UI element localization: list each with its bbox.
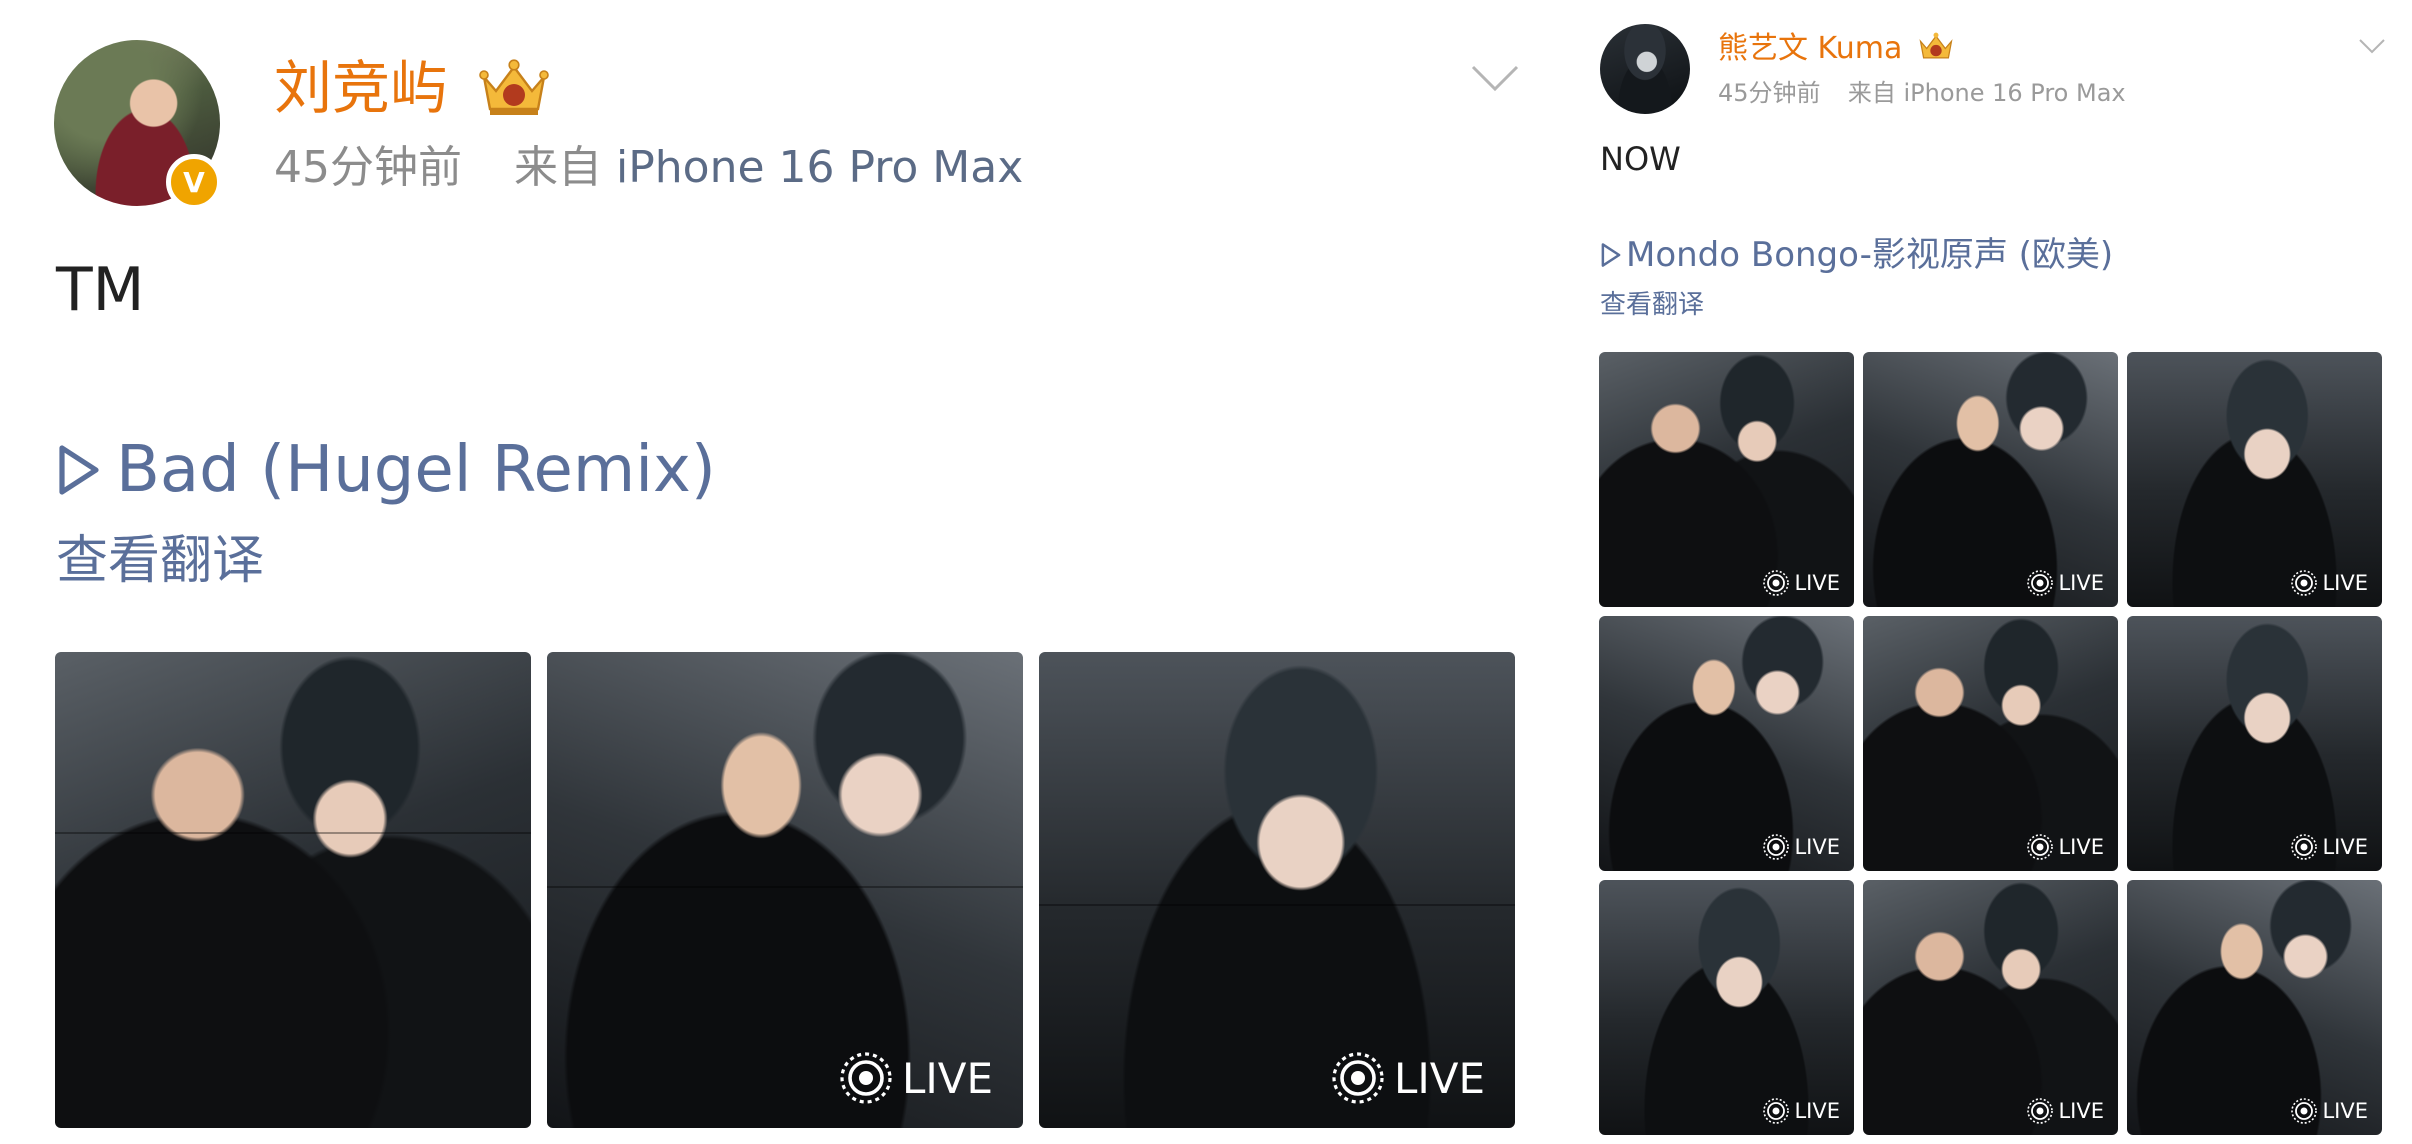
- live-badge: LIVE: [1762, 833, 1840, 861]
- username[interactable]: 刘竞屿: [274, 50, 552, 126]
- post-image[interactable]: LIVE: [1863, 880, 2118, 1135]
- live-label: LIVE: [2058, 571, 2104, 595]
- username-text[interactable]: 刘竞屿: [274, 54, 448, 122]
- live-label: LIVE: [2058, 1099, 2104, 1123]
- live-badge: LIVE: [2026, 1097, 2104, 1125]
- source-device: iPhone 16 Pro Max: [616, 142, 1024, 193]
- live-icon: [2027, 570, 2054, 596]
- verified-badge-icon: V: [166, 154, 222, 210]
- live-icon: [840, 1052, 892, 1104]
- live-badge: LIVE: [2026, 833, 2104, 861]
- translate-link[interactable]: 查看翻译: [1600, 286, 1704, 324]
- music-title[interactable]: Bad (Hugel Remix): [116, 430, 716, 510]
- live-icon: [1763, 834, 1790, 860]
- live-icon: [2027, 1098, 2054, 1124]
- post-text: TM: [56, 255, 145, 325]
- music-link[interactable]: Bad (Hugel Remix): [56, 430, 716, 510]
- crown-icon: [479, 59, 550, 115]
- live-badge: LIVE: [2290, 833, 2368, 861]
- live-badge: LIVE: [1330, 1050, 1485, 1106]
- live-label: LIVE: [901, 1053, 993, 1103]
- live-label: LIVE: [2322, 1099, 2368, 1123]
- live-label: LIVE: [1794, 1099, 1840, 1123]
- live-icon: [1763, 1098, 1790, 1124]
- post-image[interactable]: LIVE: [1599, 616, 1854, 871]
- live-badge: LIVE: [838, 1050, 993, 1106]
- live-badge: LIVE: [1762, 569, 1840, 597]
- play-triangle-icon: [59, 445, 99, 495]
- live-icon: [2291, 1098, 2318, 1124]
- live-badge: LIVE: [2026, 569, 2104, 597]
- live-label: LIVE: [1794, 571, 1840, 595]
- post-image[interactable]: LIVE: [2127, 616, 2382, 871]
- live-badge: LIVE: [2290, 1097, 2368, 1125]
- post-text: NOW: [1600, 140, 1681, 178]
- chevron-down-icon[interactable]: [2358, 38, 2386, 54]
- live-label: LIVE: [2058, 835, 2104, 859]
- post-image[interactable]: LIVE: [1599, 880, 1854, 1135]
- translate-link[interactable]: 查看翻译: [56, 528, 264, 594]
- live-icon: [2291, 570, 2318, 596]
- post-image[interactable]: LIVE: [1863, 352, 2118, 607]
- play-triangle-icon: [1601, 243, 1621, 267]
- post-image[interactable]: LIVE: [1863, 616, 2118, 871]
- image-grid: LIVE LIVE: [55, 652, 1515, 1128]
- source-prefix: 来自: [1847, 79, 1896, 107]
- avatar[interactable]: [1600, 24, 1690, 114]
- music-title[interactable]: Mondo Bongo-影视原声 (欧美): [1626, 232, 2113, 278]
- live-icon: [1763, 570, 1790, 596]
- post-image[interactable]: LIVE: [1039, 652, 1515, 1128]
- live-icon: [2027, 834, 2054, 860]
- post-meta: 45分钟前 来自 iPhone 16 Pro Max: [274, 138, 1023, 198]
- live-label: LIVE: [1393, 1053, 1485, 1103]
- post-image[interactable]: LIVE: [2127, 352, 2382, 607]
- music-link[interactable]: Mondo Bongo-影视原声 (欧美): [1600, 232, 2113, 278]
- post-image[interactable]: LIVE: [2127, 880, 2382, 1135]
- username-text[interactable]: 熊艺文 Kuma: [1718, 31, 1902, 66]
- source-device: iPhone 16 Pro Max: [1903, 79, 2126, 107]
- image-grid: LIVE LIVE LIVE LIVE LIVE LIVE LIVE LIVE …: [1599, 352, 2382, 1136]
- live-label: LIVE: [1794, 835, 1840, 859]
- post-image[interactable]: [55, 652, 531, 1128]
- live-label: LIVE: [2322, 571, 2368, 595]
- live-badge: LIVE: [2290, 569, 2368, 597]
- chevron-down-icon[interactable]: [1470, 64, 1520, 92]
- live-icon: [2291, 834, 2318, 860]
- crown-icon: [1919, 32, 1953, 58]
- username[interactable]: 熊艺文 Kuma: [1718, 28, 1956, 70]
- post-meta: 45分钟前 来自 iPhone 16 Pro Max: [1718, 76, 2126, 110]
- source-prefix: 来自: [514, 142, 602, 193]
- post-image[interactable]: LIVE: [547, 652, 1023, 1128]
- post-image[interactable]: LIVE: [1599, 352, 1854, 607]
- live-badge: LIVE: [1762, 1097, 1840, 1125]
- live-label: LIVE: [2322, 835, 2368, 859]
- live-icon: [1332, 1052, 1384, 1104]
- post-time: 45分钟前: [274, 142, 462, 193]
- post-time: 45分钟前: [1718, 79, 1821, 107]
